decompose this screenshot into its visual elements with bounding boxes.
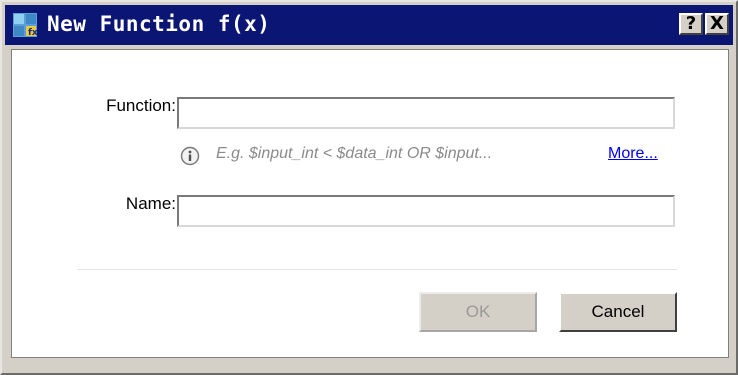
- help-button[interactable]: ?: [679, 13, 703, 35]
- function-label: Function:: [106, 96, 176, 115]
- function-hint: E.g. $input_int < $data_int OR $input...…: [180, 145, 680, 167]
- divider: [77, 269, 677, 270]
- cancel-button[interactable]: Cancel: [559, 292, 677, 332]
- dialog-body: Function: E.g. $input_int < $data_int OR…: [11, 49, 729, 358]
- info-icon: [180, 146, 200, 166]
- more-link[interactable]: More...: [608, 145, 658, 163]
- title-bar[interactable]: fx New Function f(x) ? X: [5, 5, 733, 45]
- hint-text: E.g. $input_int < $data_int OR $input...: [216, 145, 493, 162]
- window-title: New Function f(x): [47, 12, 271, 36]
- close-button[interactable]: X: [705, 13, 729, 35]
- ok-button[interactable]: OK: [419, 292, 537, 332]
- function-app-icon: fx: [13, 13, 38, 38]
- name-label: Name:: [125, 194, 176, 213]
- dialog-window: fx New Function f(x) ? X Function: E.g. …: [0, 0, 738, 375]
- svg-text:fx: fx: [28, 28, 37, 37]
- name-input[interactable]: [177, 195, 675, 227]
- function-input[interactable]: [177, 97, 675, 129]
